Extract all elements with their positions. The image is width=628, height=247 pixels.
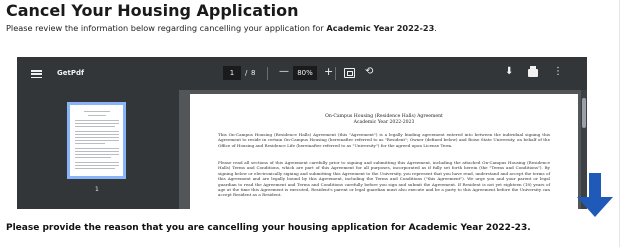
zoom-out-button[interactable]: —: [279, 66, 289, 77]
pdf-viewer[interactable]: GetPdf 1 / 8 — 80% + ⟲ ⬇ ⋮ 1 On-Campus H…: [17, 57, 587, 209]
zoom-level-input[interactable]: 80%: [293, 66, 317, 80]
menu-icon[interactable]: [31, 70, 42, 78]
total-pages: 8: [251, 69, 256, 77]
page-separator: /: [245, 69, 248, 77]
viewer-app-name: GetPdf: [57, 69, 85, 77]
subtitle-text: Please review the information below rega…: [6, 23, 327, 33]
pdf-toolbar: GetPdf 1 / 8 — 80% + ⟲ ⬇ ⋮: [17, 57, 587, 90]
zoom-in-button[interactable]: +: [324, 65, 333, 78]
cancellation-reason-prompt: Please provide the reason that you are c…: [6, 223, 531, 233]
down-arrow-icon: [577, 173, 613, 217]
document-title: On-Campus Housing (Residence Halls) Agre…: [325, 114, 443, 119]
document-paragraph: Please read all sections of this Agreeme…: [218, 160, 550, 198]
subtitle-period: .: [434, 23, 437, 33]
toolbar-divider: [267, 67, 268, 80]
document-subtitle: Academic Year 2022-2023: [353, 120, 415, 125]
pdf-page: On-Campus Housing (Residence Halls) Agre…: [190, 94, 578, 209]
page-edge-divider: [619, 0, 620, 247]
page-title: Cancel Your Housing Application: [6, 1, 299, 20]
more-icon[interactable]: ⋮: [553, 66, 563, 77]
toolbar-divider: [335, 67, 336, 80]
thumbnail-page-number: 1: [95, 186, 99, 193]
subtitle-academic-year: Academic Year 2022-23: [326, 23, 435, 33]
print-icon[interactable]: [528, 66, 538, 77]
current-page-input[interactable]: 1: [223, 66, 241, 80]
page-subtitle: Please review the information below rega…: [6, 23, 437, 33]
download-icon[interactable]: ⬇: [505, 66, 513, 77]
document-paragraph: This On-Campus Housing (Residence Halls)…: [218, 132, 550, 148]
thumbnail-sidebar: 1: [17, 90, 179, 209]
page-thumbnail[interactable]: [67, 102, 126, 179]
scrollbar-thumb[interactable]: [582, 98, 586, 128]
fit-page-icon[interactable]: [344, 68, 355, 78]
rotate-icon[interactable]: ⟲: [365, 66, 373, 77]
